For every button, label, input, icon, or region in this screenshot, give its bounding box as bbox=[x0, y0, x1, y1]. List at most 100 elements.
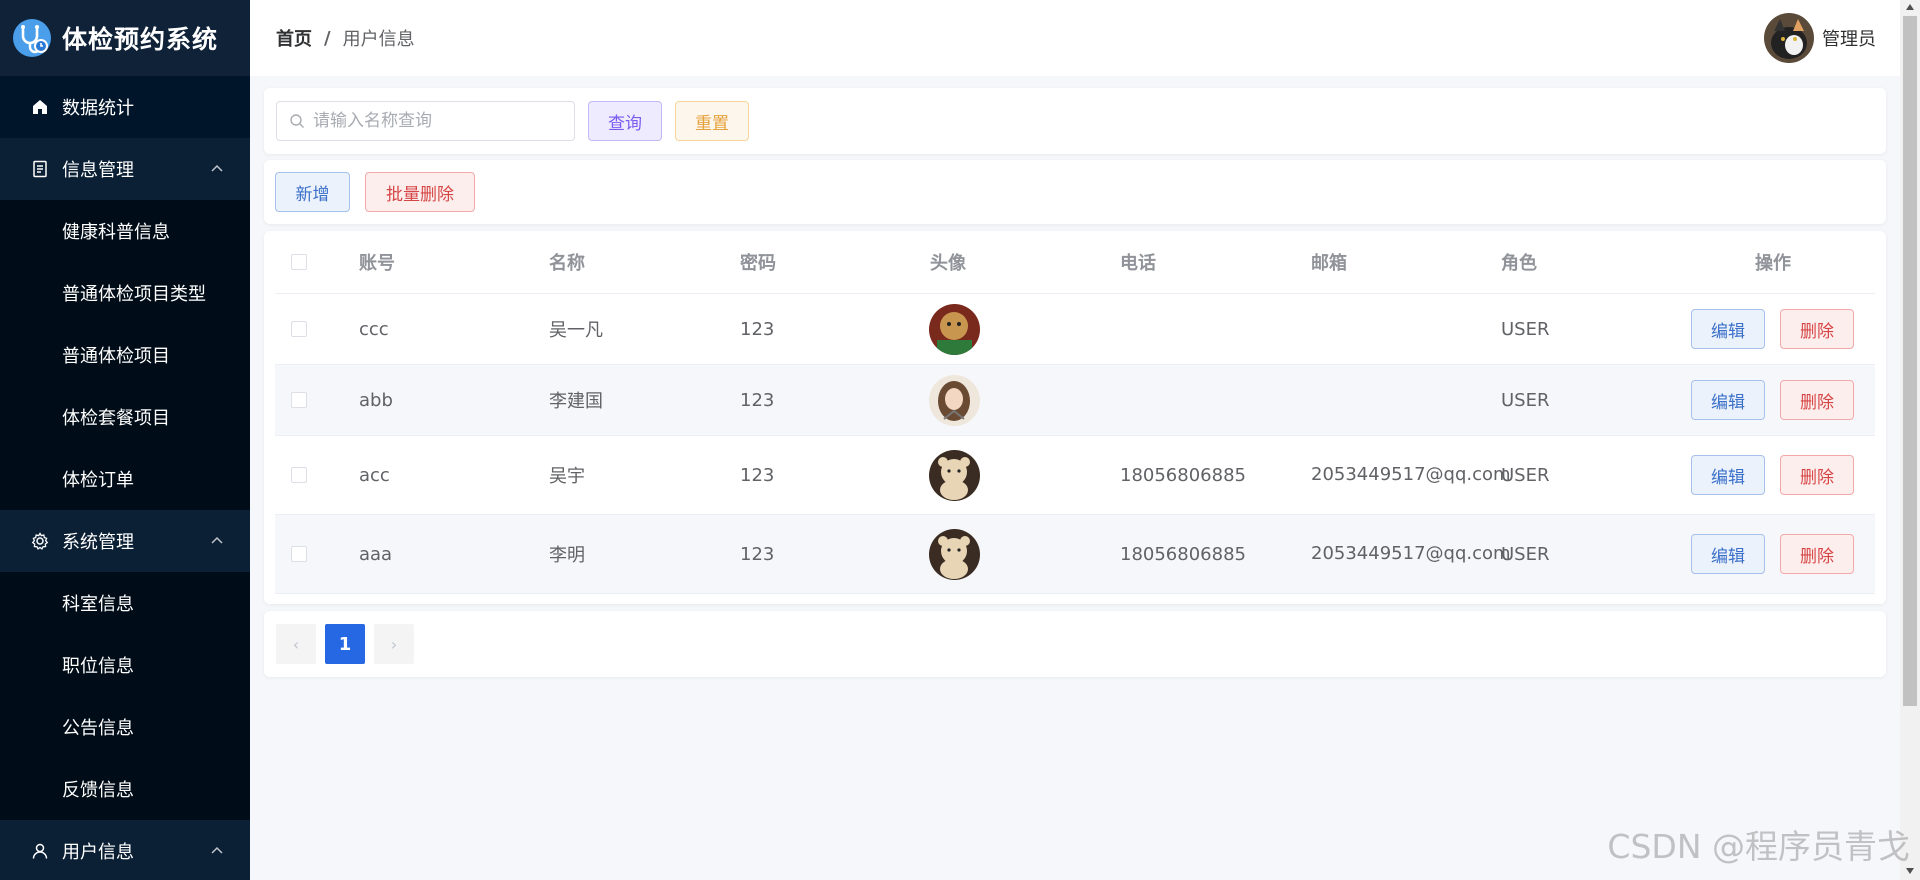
sidebar-item-exam-item-type[interactable]: 普通体检项目类型 bbox=[0, 262, 250, 324]
row-checkbox[interactable] bbox=[291, 392, 307, 408]
column-header-password: 密码 bbox=[740, 253, 776, 274]
scroll-up-arrow-icon[interactable] bbox=[1906, 4, 1914, 10]
sidebar-item-package[interactable]: 体检套餐项目 bbox=[0, 386, 250, 448]
chevron-left-icon: ‹ bbox=[292, 634, 300, 654]
sidebar-item-label: 健康科普信息 bbox=[62, 222, 170, 243]
sidebar-item-label: 科室信息 bbox=[62, 594, 134, 615]
sidebar-group-user-info[interactable]: 用户信息 bbox=[0, 820, 250, 880]
search-field[interactable] bbox=[276, 101, 575, 141]
column-header-email: 邮箱 bbox=[1311, 253, 1347, 274]
search-icon bbox=[290, 114, 304, 128]
batch-delete-button[interactable]: 批量删除 bbox=[365, 172, 475, 212]
sidebar-item-notice[interactable]: 公告信息 bbox=[0, 696, 250, 758]
sidebar: 体检预约系统 数据统计 信息管理 健康科普信息 普通体检项目类型 普通体检项目 … bbox=[0, 0, 250, 880]
row-checkbox[interactable] bbox=[291, 467, 307, 483]
sidebar-item-exam-item[interactable]: 普通体检项目 bbox=[0, 324, 250, 386]
sidebar-item-label: 普通体检项目类型 bbox=[62, 284, 206, 305]
edit-button[interactable]: 编辑 bbox=[1691, 380, 1765, 420]
cell-role: USER bbox=[1501, 318, 1550, 340]
cell-email: 2053449517@qq.com bbox=[1311, 543, 1511, 564]
column-header-account: 账号 bbox=[359, 253, 395, 274]
sidebar-item-dashboard[interactable]: 数据统计 bbox=[0, 76, 250, 138]
cell-account: ccc bbox=[359, 318, 389, 340]
column-header-name: 名称 bbox=[549, 253, 585, 274]
row-checkbox[interactable] bbox=[291, 321, 307, 337]
cell-phone: 18056806885 bbox=[1120, 543, 1246, 565]
submenu-info-management: 健康科普信息 普通体检项目类型 普通体检项目 体检套餐项目 体检订单 bbox=[0, 200, 250, 510]
page-scrollbar[interactable] bbox=[1900, 0, 1920, 880]
search-input[interactable] bbox=[313, 111, 553, 131]
user-menu[interactable]: 管理员 bbox=[1764, 13, 1876, 63]
delete-button[interactable]: 删除 bbox=[1780, 380, 1854, 420]
sidebar-item-department[interactable]: 科室信息 bbox=[0, 572, 250, 634]
cell-email: 2053449517@qq.com bbox=[1311, 464, 1511, 485]
add-button[interactable]: 新增 bbox=[275, 172, 350, 212]
user-avatar bbox=[1764, 13, 1814, 63]
cell-password: 123 bbox=[740, 318, 775, 340]
sidebar-item-orders[interactable]: 体检订单 bbox=[0, 448, 250, 510]
cell-name: 吴一凡 bbox=[549, 320, 603, 341]
cell-phone: 18056806885 bbox=[1120, 464, 1246, 486]
select-all-checkbox[interactable] bbox=[291, 254, 307, 270]
edit-button[interactable]: 编辑 bbox=[1691, 534, 1765, 574]
pagination-prev-button[interactable]: ‹ bbox=[276, 624, 316, 664]
chevron-right-icon: › bbox=[390, 634, 398, 654]
table-row: abb 李建国 123 USER 编辑 删除 bbox=[275, 365, 1875, 436]
brand-title: 体检预约系统 bbox=[62, 25, 219, 54]
reset-button[interactable]: 重置 bbox=[675, 101, 749, 141]
edit-button[interactable]: 编辑 bbox=[1691, 309, 1765, 349]
edit-button[interactable]: 编辑 bbox=[1691, 455, 1765, 495]
pagination-next-button[interactable]: › bbox=[374, 624, 414, 664]
row-avatar bbox=[929, 449, 980, 501]
sidebar-group-info-management[interactable]: 信息管理 bbox=[0, 138, 250, 200]
sidebar-item-position[interactable]: 职位信息 bbox=[0, 634, 250, 696]
watermark: CSDN @程序员青戈 bbox=[1607, 827, 1910, 866]
cell-account: aaa bbox=[359, 543, 393, 565]
delete-button[interactable]: 删除 bbox=[1780, 534, 1854, 574]
cell-password: 123 bbox=[740, 464, 775, 486]
cell-password: 123 bbox=[740, 389, 775, 411]
pagination-card: ‹ 1 › bbox=[264, 611, 1886, 677]
table-card: 账号 名称 密码 头像 电话 邮箱 角色 操作 ccc 吴一凡 123 USER… bbox=[264, 231, 1886, 604]
query-button[interactable]: 查询 bbox=[588, 101, 662, 141]
cell-name: 李明 bbox=[549, 545, 585, 566]
sidebar-item-health-science[interactable]: 健康科普信息 bbox=[0, 200, 250, 262]
sidebar-item-label: 数据统计 bbox=[62, 98, 134, 119]
scroll-thumb[interactable] bbox=[1903, 16, 1917, 706]
table-row: ccc 吴一凡 123 USER 编辑 删除 bbox=[275, 294, 1875, 365]
submenu-system-management: 科室信息 职位信息 公告信息 反馈信息 bbox=[0, 572, 250, 820]
user-name: 管理员 bbox=[1822, 29, 1876, 50]
gear-icon bbox=[30, 531, 50, 551]
operations-card: 新增 批量删除 bbox=[264, 160, 1886, 224]
sidebar-item-label: 职位信息 bbox=[62, 656, 134, 677]
stethoscope-logo-icon bbox=[13, 19, 51, 57]
sidebar-item-label: 信息管理 bbox=[62, 160, 134, 181]
breadcrumb-home-link[interactable]: 首页 bbox=[276, 25, 312, 51]
delete-button[interactable]: 删除 bbox=[1780, 309, 1854, 349]
breadcrumb-separator: / bbox=[324, 27, 331, 49]
chevron-up-icon bbox=[211, 164, 223, 172]
table-row: acc 吴宇 123 18056806885 2053449517@qq.com… bbox=[275, 436, 1875, 515]
document-icon bbox=[30, 159, 50, 179]
cell-role: USER bbox=[1501, 543, 1550, 565]
cell-role: USER bbox=[1501, 464, 1550, 486]
column-header-phone: 电话 bbox=[1120, 253, 1156, 274]
scroll-down-arrow-icon[interactable] bbox=[1906, 868, 1914, 874]
user-table: 账号 名称 密码 头像 电话 邮箱 角色 操作 ccc 吴一凡 123 USER… bbox=[275, 231, 1875, 594]
search-card: 查询 重置 bbox=[264, 88, 1886, 154]
sidebar-item-label: 体检订单 bbox=[62, 470, 134, 491]
row-checkbox[interactable] bbox=[291, 546, 307, 562]
cell-account: acc bbox=[359, 464, 390, 486]
sidebar-item-label: 普通体检项目 bbox=[62, 346, 170, 367]
user-icon bbox=[30, 841, 50, 861]
row-avatar bbox=[929, 374, 980, 426]
delete-button[interactable]: 删除 bbox=[1780, 455, 1854, 495]
sidebar-group-system-management[interactable]: 系统管理 bbox=[0, 510, 250, 572]
sidebar-item-label: 系统管理 bbox=[62, 532, 134, 553]
table-header: 账号 名称 密码 头像 电话 邮箱 角色 操作 bbox=[275, 231, 1875, 294]
sidebar-item-feedback[interactable]: 反馈信息 bbox=[0, 758, 250, 820]
pagination-page-1[interactable]: 1 bbox=[325, 624, 365, 664]
cell-name: 吴宇 bbox=[549, 466, 585, 487]
column-header-avatar: 头像 bbox=[930, 253, 966, 274]
cell-password: 123 bbox=[740, 543, 775, 565]
